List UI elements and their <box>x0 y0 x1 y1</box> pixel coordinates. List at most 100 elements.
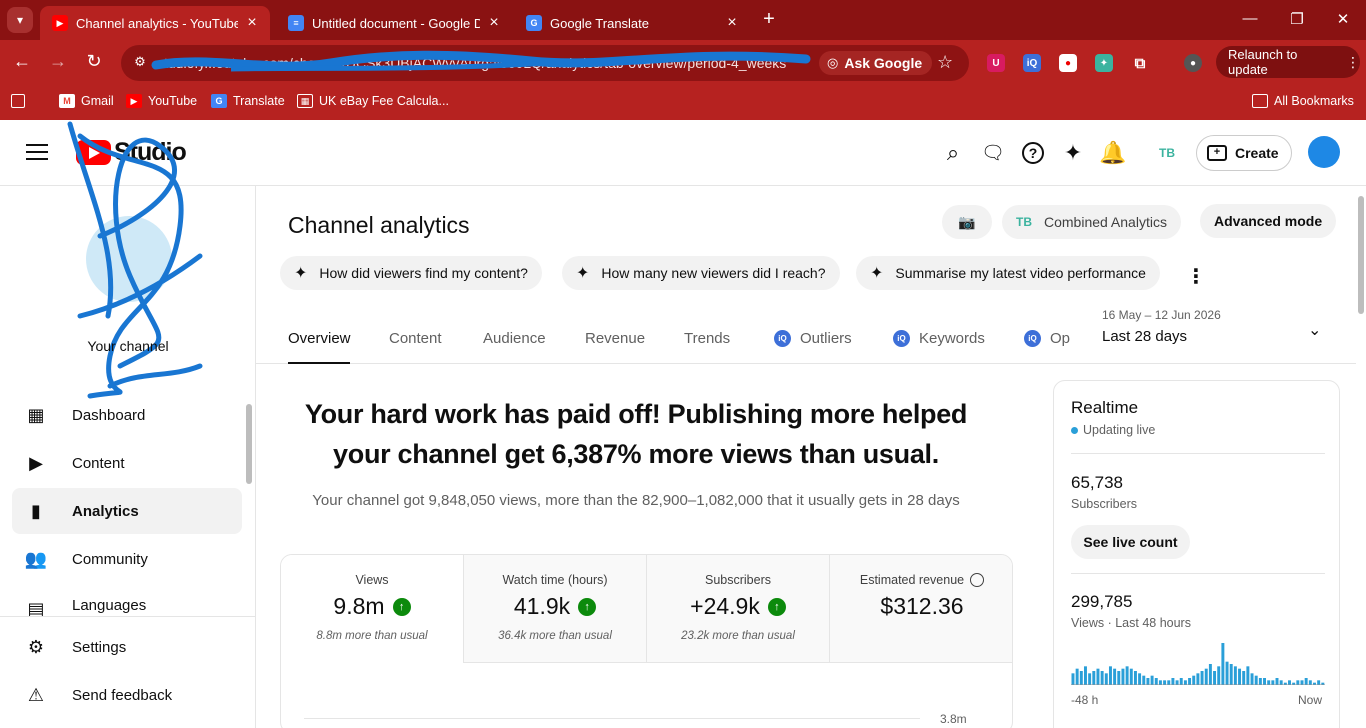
realtime-bar[interactable] <box>1100 671 1104 685</box>
account-avatar[interactable] <box>1308 136 1340 168</box>
advanced-mode-button[interactable]: Advanced mode <box>1200 204 1337 238</box>
realtime-views-bar-chart[interactable] <box>1071 641 1325 685</box>
realtime-bar[interactable] <box>1304 678 1308 685</box>
realtime-bar[interactable] <box>1263 678 1266 685</box>
main-scrollbar[interactable] <box>1358 196 1364 314</box>
extension-vidiq-icon[interactable]: iQ <box>1023 54 1041 72</box>
realtime-bar[interactable] <box>1242 671 1246 685</box>
realtime-bar[interactable] <box>1075 668 1079 685</box>
tab-search-icon[interactable]: ▾ <box>7 7 33 33</box>
realtime-bar[interactable] <box>1133 671 1137 685</box>
realtime-bar[interactable] <box>1108 666 1112 685</box>
chevron-down-icon[interactable]: ⌄ <box>1308 320 1321 340</box>
realtime-bar[interactable] <box>1179 678 1183 685</box>
sidebar-item-settings[interactable]: ⚙ Settings <box>12 624 242 670</box>
sidebar-item-languages[interactable]: ▤ Languages <box>12 584 242 616</box>
messages-icon[interactable]: 🗨 <box>980 140 1006 166</box>
realtime-bar[interactable] <box>1296 680 1300 685</box>
realtime-bar[interactable] <box>1217 666 1221 685</box>
minimize-icon[interactable]: — <box>1240 10 1260 27</box>
see-live-count-button[interactable]: See live count <box>1071 525 1190 559</box>
realtime-bar[interactable] <box>1154 678 1158 685</box>
extensions-puzzle-icon[interactable]: ⧉ <box>1131 54 1149 72</box>
sidebar-item-send-feedback[interactable]: ⚠ Send feedback <box>12 672 242 718</box>
close-window-icon[interactable]: ✕ <box>1333 10 1353 28</box>
site-info-icon[interactable]: ⚙ <box>131 54 149 72</box>
realtime-bar[interactable] <box>1117 671 1121 685</box>
tab-overview[interactable]: Overview <box>288 330 351 347</box>
search-icon[interactable]: ⌕ <box>940 140 966 166</box>
realtime-bar[interactable] <box>1171 678 1175 685</box>
all-bookmarks[interactable]: All Bookmarks <box>1252 94 1354 108</box>
back-icon[interactable]: ← <box>10 51 34 72</box>
combined-analytics-button[interactable]: TB Combined Analytics <box>1002 205 1181 239</box>
realtime-bar[interactable] <box>1150 675 1154 685</box>
realtime-bar[interactable] <box>1254 675 1258 685</box>
tab-op[interactable]: iQ Op <box>1024 330 1070 347</box>
realtime-bar[interactable] <box>1233 666 1237 685</box>
metric-subscribers[interactable]: Subscribers +24.9k ↑ 23.2k more than usua… <box>647 555 830 663</box>
realtime-bar[interactable] <box>1204 668 1208 685</box>
bookmark-star-icon[interactable]: ☆ <box>937 52 953 73</box>
bookmark-ebay-calc[interactable]: ▦ UK eBay Fee Calcula... <box>297 94 449 108</box>
metric-estimated-revenue[interactable]: Estimated revenue $312.36 <box>830 555 1012 663</box>
realtime-bar[interactable] <box>1079 671 1083 685</box>
realtime-bar[interactable] <box>1213 671 1217 685</box>
realtime-bar[interactable] <box>1113 668 1117 685</box>
help-icon[interactable]: ? <box>1020 140 1046 166</box>
realtime-bar[interactable] <box>1200 671 1204 685</box>
sparkle-icon[interactable]: ✦ <box>1060 140 1086 166</box>
realtime-bar[interactable] <box>1158 680 1162 685</box>
bookmark-youtube[interactable]: ▶ YouTube <box>126 94 197 108</box>
sidebar-item-dashboard[interactable]: ▦ Dashboard <box>12 392 242 438</box>
realtime-bar[interactable] <box>1288 680 1291 685</box>
sidebar-item-content[interactable]: ▶ Content <box>12 440 242 486</box>
realtime-bar[interactable] <box>1221 643 1225 685</box>
profile-avatar-icon[interactable]: ● <box>1184 54 1202 72</box>
metric-views[interactable]: Views 9.8m ↑ 8.8m more than usual <box>281 555 464 663</box>
more-vert-icon[interactable]: ⋮ <box>1186 264 1206 289</box>
realtime-bar[interactable] <box>1125 666 1129 685</box>
realtime-bar[interactable] <box>1208 664 1212 685</box>
extension-tubebuddy-icon[interactable]: ✦ <box>1095 54 1113 72</box>
forward-icon[interactable]: → <box>46 51 70 72</box>
tab-outliers[interactable]: iQ Outliers <box>774 330 852 347</box>
realtime-bar[interactable] <box>1317 680 1321 685</box>
bookmark-gmail[interactable]: M Gmail <box>59 94 114 108</box>
realtime-bar[interactable] <box>1092 671 1096 685</box>
realtime-bar[interactable] <box>1183 680 1187 685</box>
screenshot-button[interactable]: 📷 <box>942 205 992 239</box>
close-tab-icon[interactable]: × <box>724 14 740 32</box>
realtime-bar[interactable] <box>1088 673 1092 685</box>
tab-keywords[interactable]: iQ Keywords <box>893 330 985 347</box>
realtime-bar[interactable] <box>1267 680 1271 685</box>
suggestion-chip-viewers[interactable]: ✦ How did viewers find my content? <box>280 256 542 290</box>
realtime-bar[interactable] <box>1138 673 1142 685</box>
tab-google-translate[interactable]: G Google Translate × <box>514 6 750 40</box>
realtime-bar[interactable] <box>1083 666 1087 685</box>
suggestion-chip-summarise[interactable]: ✦ Summarise my latest video performance <box>856 256 1160 290</box>
realtime-bar[interactable] <box>1163 680 1167 685</box>
create-button[interactable]: + Create <box>1196 135 1292 171</box>
realtime-bar[interactable] <box>1121 668 1125 685</box>
apps-grid-icon[interactable] <box>11 94 31 108</box>
realtime-bar[interactable] <box>1275 678 1279 685</box>
realtime-bar[interactable] <box>1258 678 1262 685</box>
close-tab-icon[interactable]: × <box>486 14 502 32</box>
metric-watch-time[interactable]: Watch time (hours) 41.9k ↑ 36.4k more tha… <box>464 555 647 663</box>
new-tab-icon[interactable]: + <box>757 8 781 31</box>
realtime-bar[interactable] <box>1271 680 1275 685</box>
realtime-bar[interactable] <box>1238 668 1242 685</box>
date-range-picker[interactable]: 16 May – 12 Jun 2026 Last 28 days <box>1102 308 1221 345</box>
realtime-bar[interactable] <box>1279 680 1283 685</box>
realtime-bar[interactable] <box>1142 675 1146 685</box>
tab-google-docs[interactable]: ≡ Untitled document - Google Do × <box>276 6 512 40</box>
tab-audience[interactable]: Audience <box>483 330 546 347</box>
menu-icon[interactable] <box>26 142 48 162</box>
address-bar[interactable]: ⚙ studio.y...outube.com/channel/UCSk3UBj… <box>121 45 969 81</box>
close-tab-icon[interactable]: × <box>244 14 260 32</box>
notifications-bell-icon[interactable]: 🔔 <box>1099 140 1126 166</box>
tubebuddy-icon[interactable]: TB <box>1154 140 1180 166</box>
sidebar-scrollbar[interactable] <box>246 404 252 484</box>
realtime-bar[interactable] <box>1196 673 1200 685</box>
